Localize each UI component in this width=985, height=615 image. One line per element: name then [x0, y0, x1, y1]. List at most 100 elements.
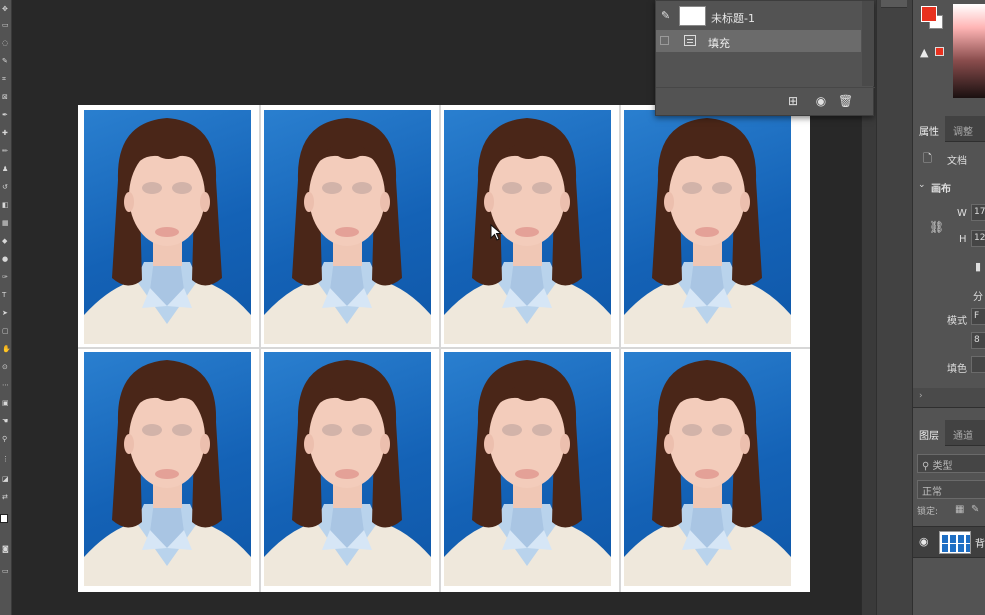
properties-panel: 🗋 文档 ⌄ 画布 W 17 ⛓ H 12 ▮ 分 模式 F 8 填色	[913, 144, 985, 384]
tab-layers[interactable]: 图层	[913, 420, 945, 446]
layer-name: 背	[975, 539, 985, 550]
height-field[interactable]: 12	[971, 230, 985, 247]
tab-adjustments[interactable]: 调整	[947, 116, 979, 142]
pen-tool-icon[interactable]: ✑	[2, 274, 10, 281]
collapsed-panel-strip	[876, 0, 912, 615]
mouse-pointer-icon	[490, 223, 504, 242]
marquee-tool-icon[interactable]: ▭	[2, 22, 10, 29]
lock-row: 锁定: ▦ ✎	[917, 504, 985, 522]
lock-brush-icon[interactable]: ✎	[971, 504, 979, 515]
hand-tool-icon[interactable]: ✋	[2, 346, 11, 353]
default-colors-icon[interactable]: ◪	[2, 476, 10, 483]
move-tool-icon[interactable]: ✥	[2, 6, 10, 13]
history-state-name: 填充	[708, 37, 730, 50]
id-photo[interactable]	[264, 110, 431, 344]
photoshop-window: ✥ ▭ ◌ ✎ ⌗ ⊠ ✒ ✚ ✏ ♟ ↺ ◧ ▦ ◆ ● ✑ T ➤ ▢ ✋ …	[0, 0, 985, 615]
lock-label: 锁定:	[917, 507, 939, 517]
layer-filter-label: 类型	[932, 461, 953, 472]
gamut-warning-swatch[interactable]	[935, 47, 944, 56]
layer-filter-input[interactable]: ⚲ 类型	[917, 454, 985, 473]
layer-row-background[interactable]: ◉ 背	[913, 526, 985, 558]
id-photo[interactable]	[444, 352, 611, 586]
layer-thumbnail	[939, 531, 971, 554]
width-label: W	[957, 208, 967, 219]
mode-select[interactable]: F	[971, 308, 985, 325]
canvas-section-title: 画布	[931, 184, 951, 195]
chevron-right-icon[interactable]: ›	[913, 388, 929, 408]
bit-depth-select[interactable]: 8	[971, 332, 985, 349]
width-field[interactable]: 17	[971, 204, 985, 221]
history-panel: ✎ 未标题-1 填充 ⊞ ◉ 🗑	[655, 0, 875, 116]
history-checkbox[interactable]	[660, 36, 669, 45]
id-photo[interactable]	[624, 110, 791, 344]
zoom-tool-icon[interactable]: ⊙	[2, 364, 10, 371]
snapshot-thumbnail	[679, 6, 706, 26]
more-tools-icon[interactable]: ⋯	[2, 382, 10, 389]
screen-mode-icon[interactable]: ▭	[2, 568, 10, 575]
layers-tabbar: 图层 通道	[913, 420, 985, 446]
properties-tabbar: 属性 调整	[913, 116, 985, 142]
history-snapshot-row[interactable]: ✎ 未标题-1	[656, 3, 875, 29]
eyedropper-tool-icon[interactable]: ✒	[2, 112, 10, 119]
tab-properties[interactable]: 属性	[913, 116, 945, 142]
dodge-tool-icon[interactable]: ●	[2, 256, 10, 263]
clone-stamp-tool-icon[interactable]: ♟	[2, 166, 10, 173]
delete-state-icon[interactable]: 🗑	[838, 94, 853, 108]
hand-tool-alt-icon[interactable]: ☚	[2, 418, 10, 425]
brush-tool-icon[interactable]: ✏	[2, 148, 10, 155]
right-panel-dock: ▲ 属性 调整 🗋 文档 ⌄ 画布 W 17 ⛓ H 12 ▮ 分 模式 F 8…	[912, 0, 985, 615]
history-panel-scrollbar[interactable]	[862, 1, 874, 86]
extras-icon[interactable]: ⋮	[2, 456, 10, 463]
id-photo[interactable]	[84, 110, 251, 344]
cut-guide-horizontal	[78, 347, 810, 349]
type-tool-icon[interactable]: T	[2, 292, 10, 299]
new-document-from-state-icon[interactable]: ⊞	[786, 94, 800, 108]
history-panel-footer: ⊞ ◉ 🗑	[656, 87, 875, 115]
eraser-tool-icon[interactable]: ◧	[2, 202, 10, 209]
chevron-down-icon[interactable]: ⌄	[918, 180, 926, 190]
quick-select-tool-icon[interactable]: ✎	[2, 58, 10, 65]
crop-tool-icon[interactable]: ⌗	[2, 76, 10, 83]
path-select-tool-icon[interactable]: ➤	[2, 310, 10, 317]
fill-color-label: 填色	[947, 364, 967, 375]
orientation-icon[interactable]: ▮	[975, 260, 981, 273]
lasso-tool-icon[interactable]: ◌	[2, 40, 10, 47]
color-spectrum[interactable]	[953, 4, 985, 98]
tools-toolbar: ✥ ▭ ◌ ✎ ⌗ ⊠ ✒ ✚ ✏ ♟ ↺ ◧ ▦ ◆ ● ✑ T ➤ ▢ ✋ …	[0, 0, 12, 615]
link-icon[interactable]: ⛓	[929, 220, 944, 234]
collapsed-section-bar[interactable]: ›	[913, 388, 985, 408]
id-photo[interactable]	[264, 352, 431, 586]
zoom-tool-alt-icon[interactable]: ⚲	[2, 436, 10, 443]
history-brush-icon[interactable]: ✎	[661, 9, 675, 23]
collapsed-panel-tab[interactable]	[881, 0, 907, 8]
layers-panel: ⚲ 类型 正常 锁定: ▦ ✎ ◉ 背	[913, 446, 985, 615]
swap-colors-icon[interactable]: ⇄	[2, 494, 10, 501]
gradient-tool-icon[interactable]: ▦	[2, 220, 10, 227]
gamut-warning-icon[interactable]: ▲	[920, 46, 928, 59]
search-icon: ⚲	[922, 461, 933, 472]
rectangle-tool-icon[interactable]: ▢	[2, 328, 10, 335]
id-photo[interactable]	[624, 352, 791, 586]
edit-toolbar-icon[interactable]: ▣	[2, 400, 10, 407]
eye-icon[interactable]: ◉	[919, 535, 929, 548]
resolution-label: 分	[973, 292, 983, 303]
blur-tool-icon[interactable]: ◆	[2, 238, 10, 245]
foreground-background-colors[interactable]	[0, 514, 10, 530]
frame-tool-icon[interactable]: ⊠	[2, 94, 10, 101]
foreground-color-swatch[interactable]	[0, 514, 8, 523]
height-label: H	[959, 234, 967, 245]
foreground-color[interactable]	[921, 6, 937, 22]
document-label: 文档	[947, 156, 967, 167]
fill-color-select[interactable]	[971, 356, 985, 373]
quick-mask-icon[interactable]: ◙	[2, 546, 10, 553]
blend-mode-select[interactable]: 正常	[917, 480, 985, 499]
history-state-row[interactable]: 填充	[656, 30, 861, 52]
id-photo[interactable]	[84, 352, 251, 586]
document-canvas[interactable]	[78, 105, 810, 592]
history-brush-tool-icon[interactable]: ↺	[2, 184, 10, 191]
lock-transparent-icon[interactable]: ▦	[955, 504, 964, 515]
tab-channels[interactable]: 通道	[947, 420, 979, 446]
id-photo[interactable]	[444, 110, 611, 344]
create-snapshot-icon[interactable]: ◉	[814, 94, 828, 108]
healing-brush-tool-icon[interactable]: ✚	[2, 130, 10, 137]
